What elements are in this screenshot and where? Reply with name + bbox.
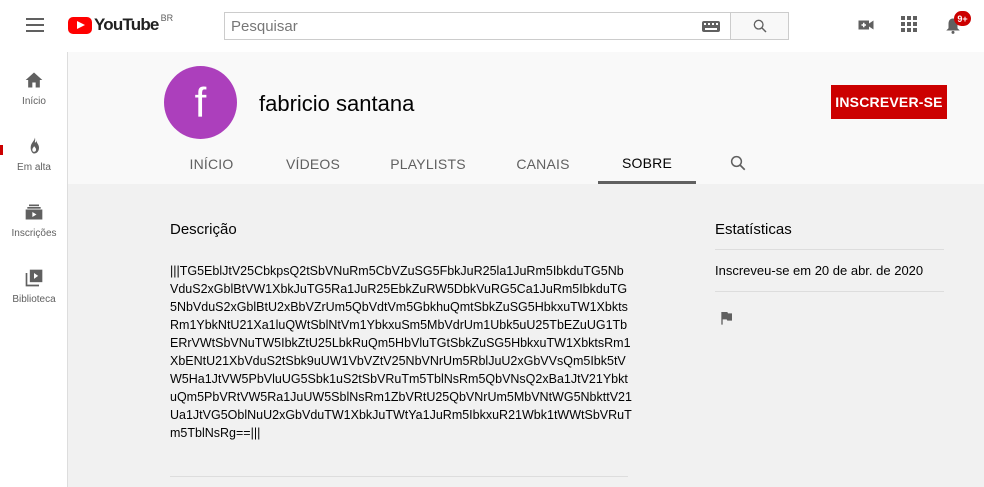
tab-channels[interactable]: CANAIS <box>508 144 578 184</box>
divider <box>715 249 944 250</box>
channel-name: fabricio santana <box>259 91 415 116</box>
description-text: |||TG5EblJtV25CbkpsQ2tSbVNuRm5CbVZuSG5Fb… <box>170 264 632 440</box>
flame-icon <box>30 137 39 154</box>
sidebar-item-library[interactable]: Biblioteca <box>0 268 68 328</box>
sidebar-item-subscriptions[interactable]: Inscrições <box>0 202 68 262</box>
tab-videos[interactable]: VÍDEOS <box>276 144 350 184</box>
home-icon <box>25 72 43 88</box>
channel-search-icon[interactable] <box>729 154 747 172</box>
search-bar <box>224 12 789 40</box>
subscribe-button[interactable]: INSCREVER-SE <box>831 85 947 119</box>
apps-icon[interactable] <box>901 16 917 32</box>
search-input[interactable] <box>224 12 730 40</box>
logo-text: YouTube <box>94 15 159 34</box>
subscriptions-icon <box>25 204 43 220</box>
tab-playlists[interactable]: PLAYLISTS <box>385 144 471 184</box>
channel-header: f fabricio santana INSCREVER-SE INÍCIO V… <box>68 52 984 184</box>
tab-about[interactable]: SOBRE <box>598 144 696 184</box>
divider <box>170 476 628 477</box>
sidebar-item-label: Em alta <box>17 162 51 173</box>
description-title: Descrição <box>170 221 237 238</box>
youtube-logo[interactable]: YouTube BR <box>68 13 174 35</box>
create-video-icon[interactable] <box>857 16 875 34</box>
avatar[interactable]: f <box>164 66 237 139</box>
keyboard-icon[interactable] <box>702 21 720 32</box>
notification-badge: 9+ <box>954 11 971 26</box>
stats-title: Estatísticas <box>715 221 792 238</box>
sidebar-item-trending[interactable]: Em alta <box>0 136 68 196</box>
tab-home[interactable]: INÍCIO <box>180 144 243 184</box>
flag-icon[interactable] <box>718 309 734 327</box>
sidebar-item-home[interactable]: Início <box>0 70 68 130</box>
sidebar-item-label: Início <box>22 96 46 107</box>
sidebar: Início Em alta Inscrições Biblioteca <box>0 52 68 487</box>
sidebar-item-label: Inscrições <box>11 228 57 239</box>
search-icon <box>753 19 767 33</box>
divider <box>715 291 944 292</box>
masthead: YouTube BR 9+ <box>0 0 984 52</box>
about-section: Descrição |||TG5EblJtV25CbkpsQ2tSbVNuRm5… <box>68 184 984 487</box>
search-button[interactable] <box>730 12 789 40</box>
logo-country-code: BR <box>160 13 174 23</box>
sidebar-item-label: Biblioteca <box>12 294 56 305</box>
menu-icon[interactable] <box>22 14 48 38</box>
play-icon <box>68 16 92 34</box>
joined-date: Inscreveu-se em 20 de abr. de 2020 <box>715 263 924 278</box>
library-icon <box>25 269 43 287</box>
